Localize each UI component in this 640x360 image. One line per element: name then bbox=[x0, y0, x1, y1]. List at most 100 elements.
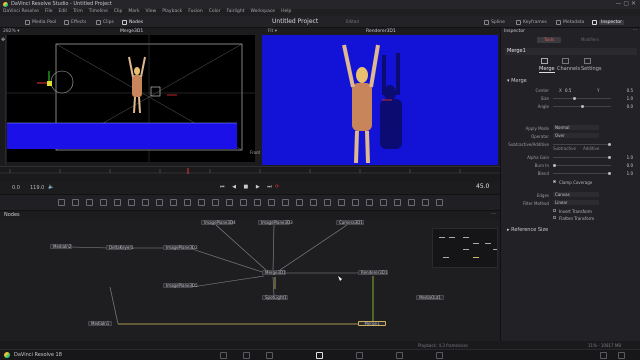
fusion-page-icon[interactable] bbox=[316, 352, 323, 359]
operator-row[interactable]: Operator Over bbox=[501, 133, 640, 140]
metadata-button[interactable]: Metadata bbox=[556, 18, 584, 26]
keyer-tool-icon[interactable] bbox=[436, 199, 443, 206]
alpha-gain-row[interactable]: Alpha Gain 1.0 bbox=[501, 154, 640, 161]
section-reference-size[interactable]: ▸ Reference Size bbox=[507, 227, 548, 233]
burn-in-knob[interactable] bbox=[553, 163, 556, 167]
filter-method-select[interactable]: Linear bbox=[553, 200, 599, 205]
center-y-value[interactable]: 0.5 bbox=[627, 88, 633, 93]
inspector-options-icon[interactable]: ··· bbox=[633, 28, 637, 33]
background-tool-icon[interactable] bbox=[58, 199, 65, 206]
menu-item-fairlight[interactable]: Fairlight bbox=[226, 9, 244, 14]
particle-emitter-tool-icon[interactable] bbox=[366, 199, 373, 206]
render-end-field[interactable]: 119.0 bbox=[30, 185, 44, 191]
node-editor[interactable]: MediaIn2 DeltaKeyer1 ImagePlane3D2 Image… bbox=[0, 219, 500, 341]
blend-slider[interactable] bbox=[553, 171, 611, 175]
burn-in-slider[interactable] bbox=[553, 163, 611, 167]
alpha-gain-knob[interactable] bbox=[608, 155, 611, 159]
edges-select[interactable]: Canvas bbox=[553, 192, 599, 197]
clips-button[interactable]: Clips bbox=[96, 18, 114, 26]
edges-row[interactable]: Edges Canvas bbox=[501, 192, 640, 199]
clamp-coverage-checkbox[interactable] bbox=[553, 180, 556, 183]
merge3d-tool-icon[interactable] bbox=[324, 199, 331, 206]
settings-gear-icon[interactable] bbox=[618, 352, 625, 359]
invert-transform-row[interactable]: Invert Transform bbox=[501, 208, 640, 215]
keyframes-button[interactable]: Keyframes bbox=[516, 18, 547, 26]
project-manager-icon[interactable] bbox=[600, 352, 607, 359]
media-pool-button[interactable]: Media Pool bbox=[25, 18, 56, 26]
right-viewer[interactable] bbox=[262, 35, 498, 165]
clamp-coverage-row[interactable]: Clamp Coverage bbox=[501, 179, 640, 186]
camera3d-tool-icon[interactable] bbox=[296, 199, 303, 206]
time-ruler[interactable] bbox=[0, 166, 500, 182]
light3d-tool-icon[interactable] bbox=[310, 199, 317, 206]
menu-item-trim[interactable]: Trim bbox=[73, 9, 83, 14]
polygon-tool-icon[interactable] bbox=[128, 199, 135, 206]
node-imageplane3d3[interactable]: ImagePlane3D3 bbox=[258, 220, 293, 225]
rectangle-tool-icon[interactable] bbox=[170, 199, 177, 206]
section-merge-header[interactable]: ▾ Merge bbox=[507, 78, 527, 84]
menu-item-edit[interactable]: Edit bbox=[58, 9, 67, 14]
subtab-merge[interactable]: Merge bbox=[539, 66, 555, 73]
subtractive-additive-slider[interactable] bbox=[553, 142, 611, 146]
shape3d-tool-icon[interactable] bbox=[282, 199, 289, 206]
edit-page-icon[interactable] bbox=[266, 352, 273, 359]
menu-item-playback[interactable]: Playback bbox=[162, 9, 182, 14]
node-camera3d1[interactable]: Camera3D1 bbox=[336, 220, 364, 225]
menu-item-mark[interactable]: Mark bbox=[128, 9, 139, 14]
size-slider[interactable] bbox=[553, 96, 611, 100]
subtab-channels[interactable]: Channels bbox=[557, 66, 580, 72]
fairlight-page-icon[interactable] bbox=[396, 352, 403, 359]
deliver-page-icon[interactable] bbox=[436, 352, 443, 359]
subtab-settings[interactable]: Settings bbox=[581, 66, 602, 72]
size-row[interactable]: Size 1.0 bbox=[501, 95, 640, 102]
current-frame-field[interactable]: 45.0 bbox=[476, 183, 489, 190]
blur-tool-icon[interactable] bbox=[184, 199, 191, 206]
tab-modifiers[interactable]: Modifiers bbox=[575, 37, 605, 43]
media-page-icon[interactable] bbox=[220, 352, 227, 359]
merge-tool-icon[interactable] bbox=[100, 199, 107, 206]
left-zoom-select[interactable]: 282% ▾ bbox=[3, 29, 20, 34]
loop-icon[interactable]: ⟳ bbox=[275, 184, 279, 190]
effects-button[interactable]: Effects bbox=[64, 18, 86, 26]
tracker-tool-icon[interactable] bbox=[408, 199, 415, 206]
menu-item-view[interactable]: View bbox=[146, 9, 157, 14]
center-row[interactable]: Center X 0.5 Y 0.5 bbox=[501, 87, 640, 94]
tab-tools[interactable]: Tools bbox=[537, 37, 561, 43]
channel-booleans-tool-icon[interactable] bbox=[226, 199, 233, 206]
audio-icon[interactable]: 🔈 bbox=[48, 184, 54, 190]
invert-transform-checkbox[interactable] bbox=[553, 209, 556, 212]
text3d-tool-icon[interactable] bbox=[352, 199, 359, 206]
apply-mode-select[interactable]: Normal bbox=[553, 125, 599, 130]
cut-page-icon[interactable] bbox=[243, 352, 250, 359]
pmerge-tool-icon[interactable] bbox=[394, 199, 401, 206]
size-slider-knob[interactable] bbox=[573, 96, 576, 100]
node-mediain1[interactable]: MediaIn1 bbox=[88, 321, 112, 326]
flatten-transform-row[interactable]: Flatten Transform bbox=[501, 215, 640, 222]
channels-tab-icon[interactable] bbox=[562, 58, 569, 64]
burn-in-row[interactable]: Burn In 0.0 bbox=[501, 162, 640, 169]
menu-item-workspace[interactable]: Workspace bbox=[250, 9, 275, 14]
saver-tool-icon[interactable] bbox=[268, 199, 275, 206]
planar-tracker-tool-icon[interactable] bbox=[422, 199, 429, 206]
left-viewer[interactable] bbox=[7, 35, 255, 162]
render-start-field[interactable]: 0.0 bbox=[12, 185, 20, 191]
operator-select[interactable]: Over bbox=[553, 133, 599, 138]
blend-row[interactable]: Blend 1.0 bbox=[501, 170, 640, 177]
matte-control-tool-icon[interactable] bbox=[240, 199, 247, 206]
window-controls-icon[interactable]: — ▢ ✕ bbox=[615, 0, 636, 7]
angle-slider[interactable] bbox=[553, 104, 611, 108]
filter-method-row[interactable]: Filter Method Linear bbox=[501, 200, 640, 207]
node-merge1[interactable]: Merge1 bbox=[358, 321, 386, 326]
node-mediain2[interactable]: MediaIn2 bbox=[50, 244, 72, 249]
node-mediaout1[interactable]: MediaOut1 bbox=[416, 295, 444, 300]
node-imageplane3d5[interactable]: ImagePlane3D5 bbox=[163, 283, 198, 288]
right-zoom-select[interactable]: Fit ▾ bbox=[268, 29, 277, 34]
menu-item-timeline[interactable]: Timeline bbox=[89, 9, 108, 14]
node-imageplane3d2[interactable]: ImagePlane3D2 bbox=[163, 245, 198, 250]
merge-tab-icon[interactable] bbox=[541, 58, 548, 64]
node-deltakeyer1[interactable]: DeltaKeyer1 bbox=[106, 245, 134, 250]
node-renderer3d1[interactable]: Renderer3D1 bbox=[358, 270, 388, 275]
spline-button[interactable]: Spline bbox=[484, 18, 505, 26]
renderer3d-tool-icon[interactable] bbox=[338, 199, 345, 206]
center-x-value[interactable]: 0.5 bbox=[565, 88, 571, 93]
